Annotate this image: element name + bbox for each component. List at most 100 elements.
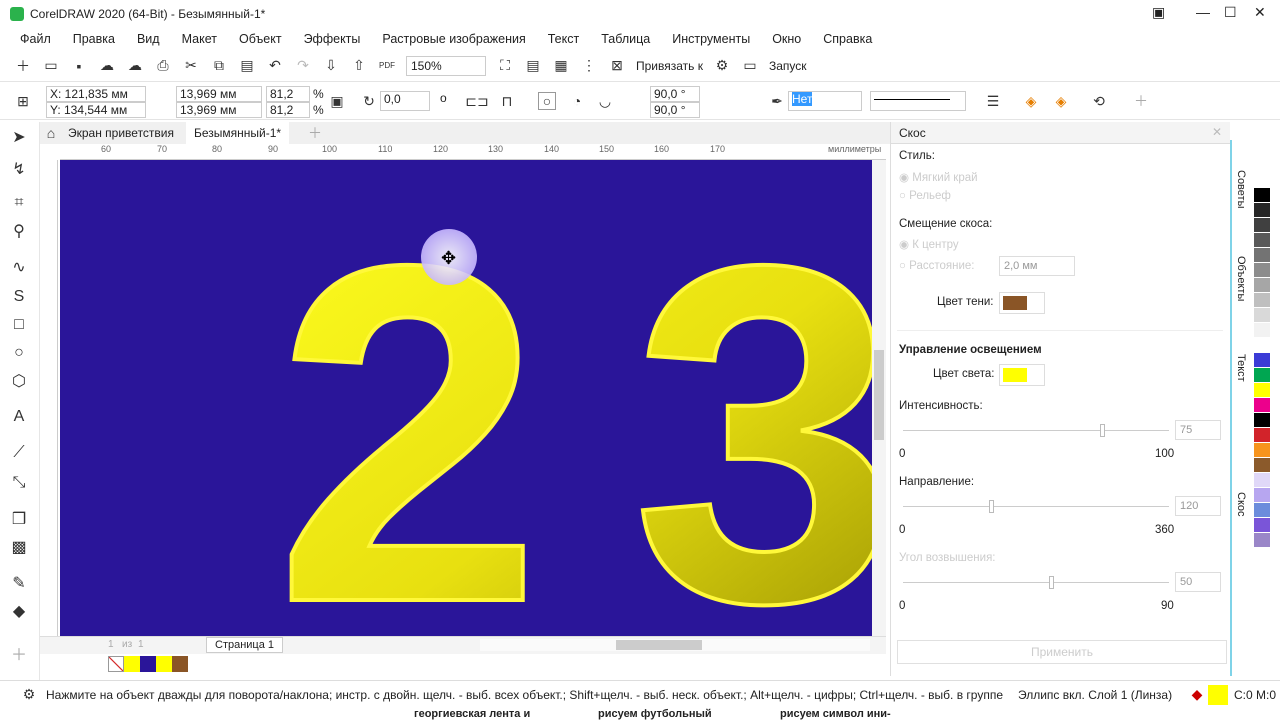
palette-swatch[interactable] (1254, 218, 1270, 233)
menu-object[interactable]: Объект (239, 32, 282, 46)
reference-point-icon[interactable]: ⊞ (14, 92, 32, 110)
palette-swatch[interactable] (1254, 488, 1270, 503)
side-tab-text[interactable]: Текст (1235, 354, 1247, 382)
palette-swatch[interactable] (1254, 413, 1270, 428)
swatch-yellow[interactable] (156, 656, 172, 672)
snap-to-dropdown[interactable]: Привязать к (636, 59, 703, 73)
mirror-horizontal-icon[interactable]: ⊏⊐ (465, 92, 488, 110)
intensity-field[interactable]: 75 (1175, 420, 1221, 440)
to-center-radio[interactable]: ◉ К центру (899, 237, 959, 251)
minimize-button[interactable]: — (1196, 4, 1210, 20)
export-icon[interactable]: ⇧ (350, 57, 368, 75)
maximize-button[interactable]: ☐ (1224, 4, 1237, 21)
menu-tools[interactable]: Инструменты (672, 32, 750, 46)
x-position-field[interactable]: X: 121,835 мм (46, 86, 146, 102)
bezier-tool-icon[interactable]: S (10, 288, 28, 306)
to-front-icon[interactable]: ◈ (1022, 92, 1040, 110)
direction-field[interactable]: 120 (1175, 496, 1221, 516)
y-position-field[interactable]: Y: 134,544 мм (46, 102, 146, 118)
menu-text[interactable]: Текст (548, 32, 579, 46)
direction-slider[interactable] (903, 500, 1169, 513)
import-icon[interactable]: ⇩ (322, 57, 340, 75)
tab-document[interactable]: Безымянный-1* (186, 122, 290, 144)
page-tab[interactable]: Страница 1 (206, 637, 284, 653)
outline-width-select[interactable]: Нет (788, 91, 862, 111)
menu-layout[interactable]: Макет (182, 32, 217, 46)
elevation-slider[interactable] (903, 576, 1169, 589)
fill-color-indicator[interactable] (1208, 684, 1228, 705)
mirror-vertical-icon[interactable]: ⊓ (498, 92, 516, 110)
paste-icon[interactable]: ▤ (238, 57, 256, 75)
soft-edge-radio[interactable]: ◉ Мягкий край (899, 170, 978, 184)
horizontal-ruler[interactable]: 60 70 80 90 100 110 120 130 140 150 160 … (60, 144, 886, 160)
print-icon[interactable]: ⎙ (154, 57, 172, 75)
palette-swatch[interactable] (1254, 533, 1270, 548)
bevel-text-23[interactable]: 23 ✥ (60, 160, 872, 636)
side-tab-objects[interactable]: Объекты (1235, 256, 1247, 301)
outline-pen-icon[interactable]: ✒ (768, 92, 786, 110)
palette-swatch[interactable] (1254, 443, 1270, 458)
lock-ratio-icon[interactable]: ▣ (328, 92, 346, 110)
height-field[interactable]: 13,969 мм (176, 102, 262, 118)
palette-swatch[interactable] (1254, 323, 1270, 338)
horizontal-scrollbar[interactable] (480, 639, 870, 651)
cloud-download-icon[interactable]: ☁ (98, 57, 116, 75)
width-field[interactable]: 13,969 мм (176, 86, 262, 102)
light-color-picker[interactable] (999, 364, 1045, 386)
open-icon[interactable]: ▭ (42, 57, 60, 75)
home-icon[interactable]: ⌂ (42, 124, 60, 142)
launch-icon[interactable]: ▭ (741, 57, 759, 75)
close-button[interactable]: ✕ (1254, 4, 1266, 21)
rotate-icon[interactable]: ↻ (360, 92, 378, 110)
launch-dropdown[interactable]: Запуск (769, 59, 807, 73)
distance-field[interactable]: 2,0 мм (999, 256, 1075, 276)
transparency-tool-icon[interactable]: ▩ (10, 538, 28, 556)
drawing-canvas[interactable]: 23 ✥ (60, 160, 872, 636)
options-gear-icon[interactable]: ⚙ (713, 57, 731, 75)
eyedropper-tool-icon[interactable]: ✎ (10, 574, 28, 592)
zoom-level-select[interactable]: 150% (406, 55, 486, 76)
new-icon[interactable]: ＋ (14, 57, 32, 75)
swatch-none[interactable] (108, 656, 124, 672)
zoom-tool-icon[interactable]: ⚲ (10, 222, 28, 240)
side-tab-hints[interactable]: Советы (1235, 170, 1247, 208)
rulers-icon[interactable]: ▤ (524, 57, 542, 75)
palette-swatch[interactable] (1254, 518, 1270, 533)
menu-window[interactable]: Окно (772, 32, 801, 46)
undo-icon[interactable]: ↶ (266, 57, 284, 75)
menu-bitmaps[interactable]: Растровые изображения (382, 32, 525, 46)
crop-tool-icon[interactable]: ⌗ (10, 194, 28, 212)
palette-swatch[interactable] (1254, 473, 1270, 488)
palette-swatch[interactable] (1254, 383, 1270, 398)
to-back-icon[interactable]: ◈ (1052, 92, 1070, 110)
swatch-yellow[interactable] (124, 656, 140, 672)
distance-radio[interactable]: ○ Расстояние: (899, 260, 974, 272)
tab-welcome[interactable]: Экран приветствия (60, 122, 182, 144)
palette-swatch[interactable] (1254, 278, 1270, 293)
palette-swatch[interactable] (1254, 248, 1270, 263)
shadow-color-picker[interactable] (999, 292, 1045, 314)
side-tab-bevel[interactable]: Скос (1235, 492, 1247, 517)
cloud-upload-icon[interactable]: ☁ (126, 57, 144, 75)
ellipse-tool-icon[interactable]: ○ (10, 344, 28, 362)
line-style-select[interactable] (870, 91, 966, 111)
swatch-brown[interactable] (172, 656, 188, 672)
palette-swatch[interactable] (1254, 353, 1270, 368)
polygon-tool-icon[interactable]: ⬡ (10, 372, 28, 390)
palette-swatch[interactable] (1254, 428, 1270, 443)
menu-effects[interactable]: Эффекты (304, 32, 361, 46)
redo-icon[interactable]: ↷ (294, 57, 312, 75)
text-wrap-icon[interactable]: ☰ (984, 92, 1002, 110)
palette-swatch[interactable] (1254, 458, 1270, 473)
scale-x-field[interactable]: 81,2 (266, 86, 310, 102)
docker-close-icon[interactable]: ✕ (1212, 125, 1222, 139)
palette-swatch[interactable] (1254, 203, 1270, 218)
end-angle-field[interactable]: 90,0 ° (650, 102, 700, 118)
palette-swatch[interactable] (1254, 263, 1270, 278)
intensity-slider[interactable] (903, 424, 1169, 437)
menu-help[interactable]: Справка (823, 32, 872, 46)
ellipse-icon[interactable]: ○ (538, 92, 556, 110)
menu-file[interactable]: Файл (20, 32, 51, 46)
swatch-blue[interactable] (140, 656, 156, 672)
elevation-field[interactable]: 50 (1175, 572, 1221, 592)
